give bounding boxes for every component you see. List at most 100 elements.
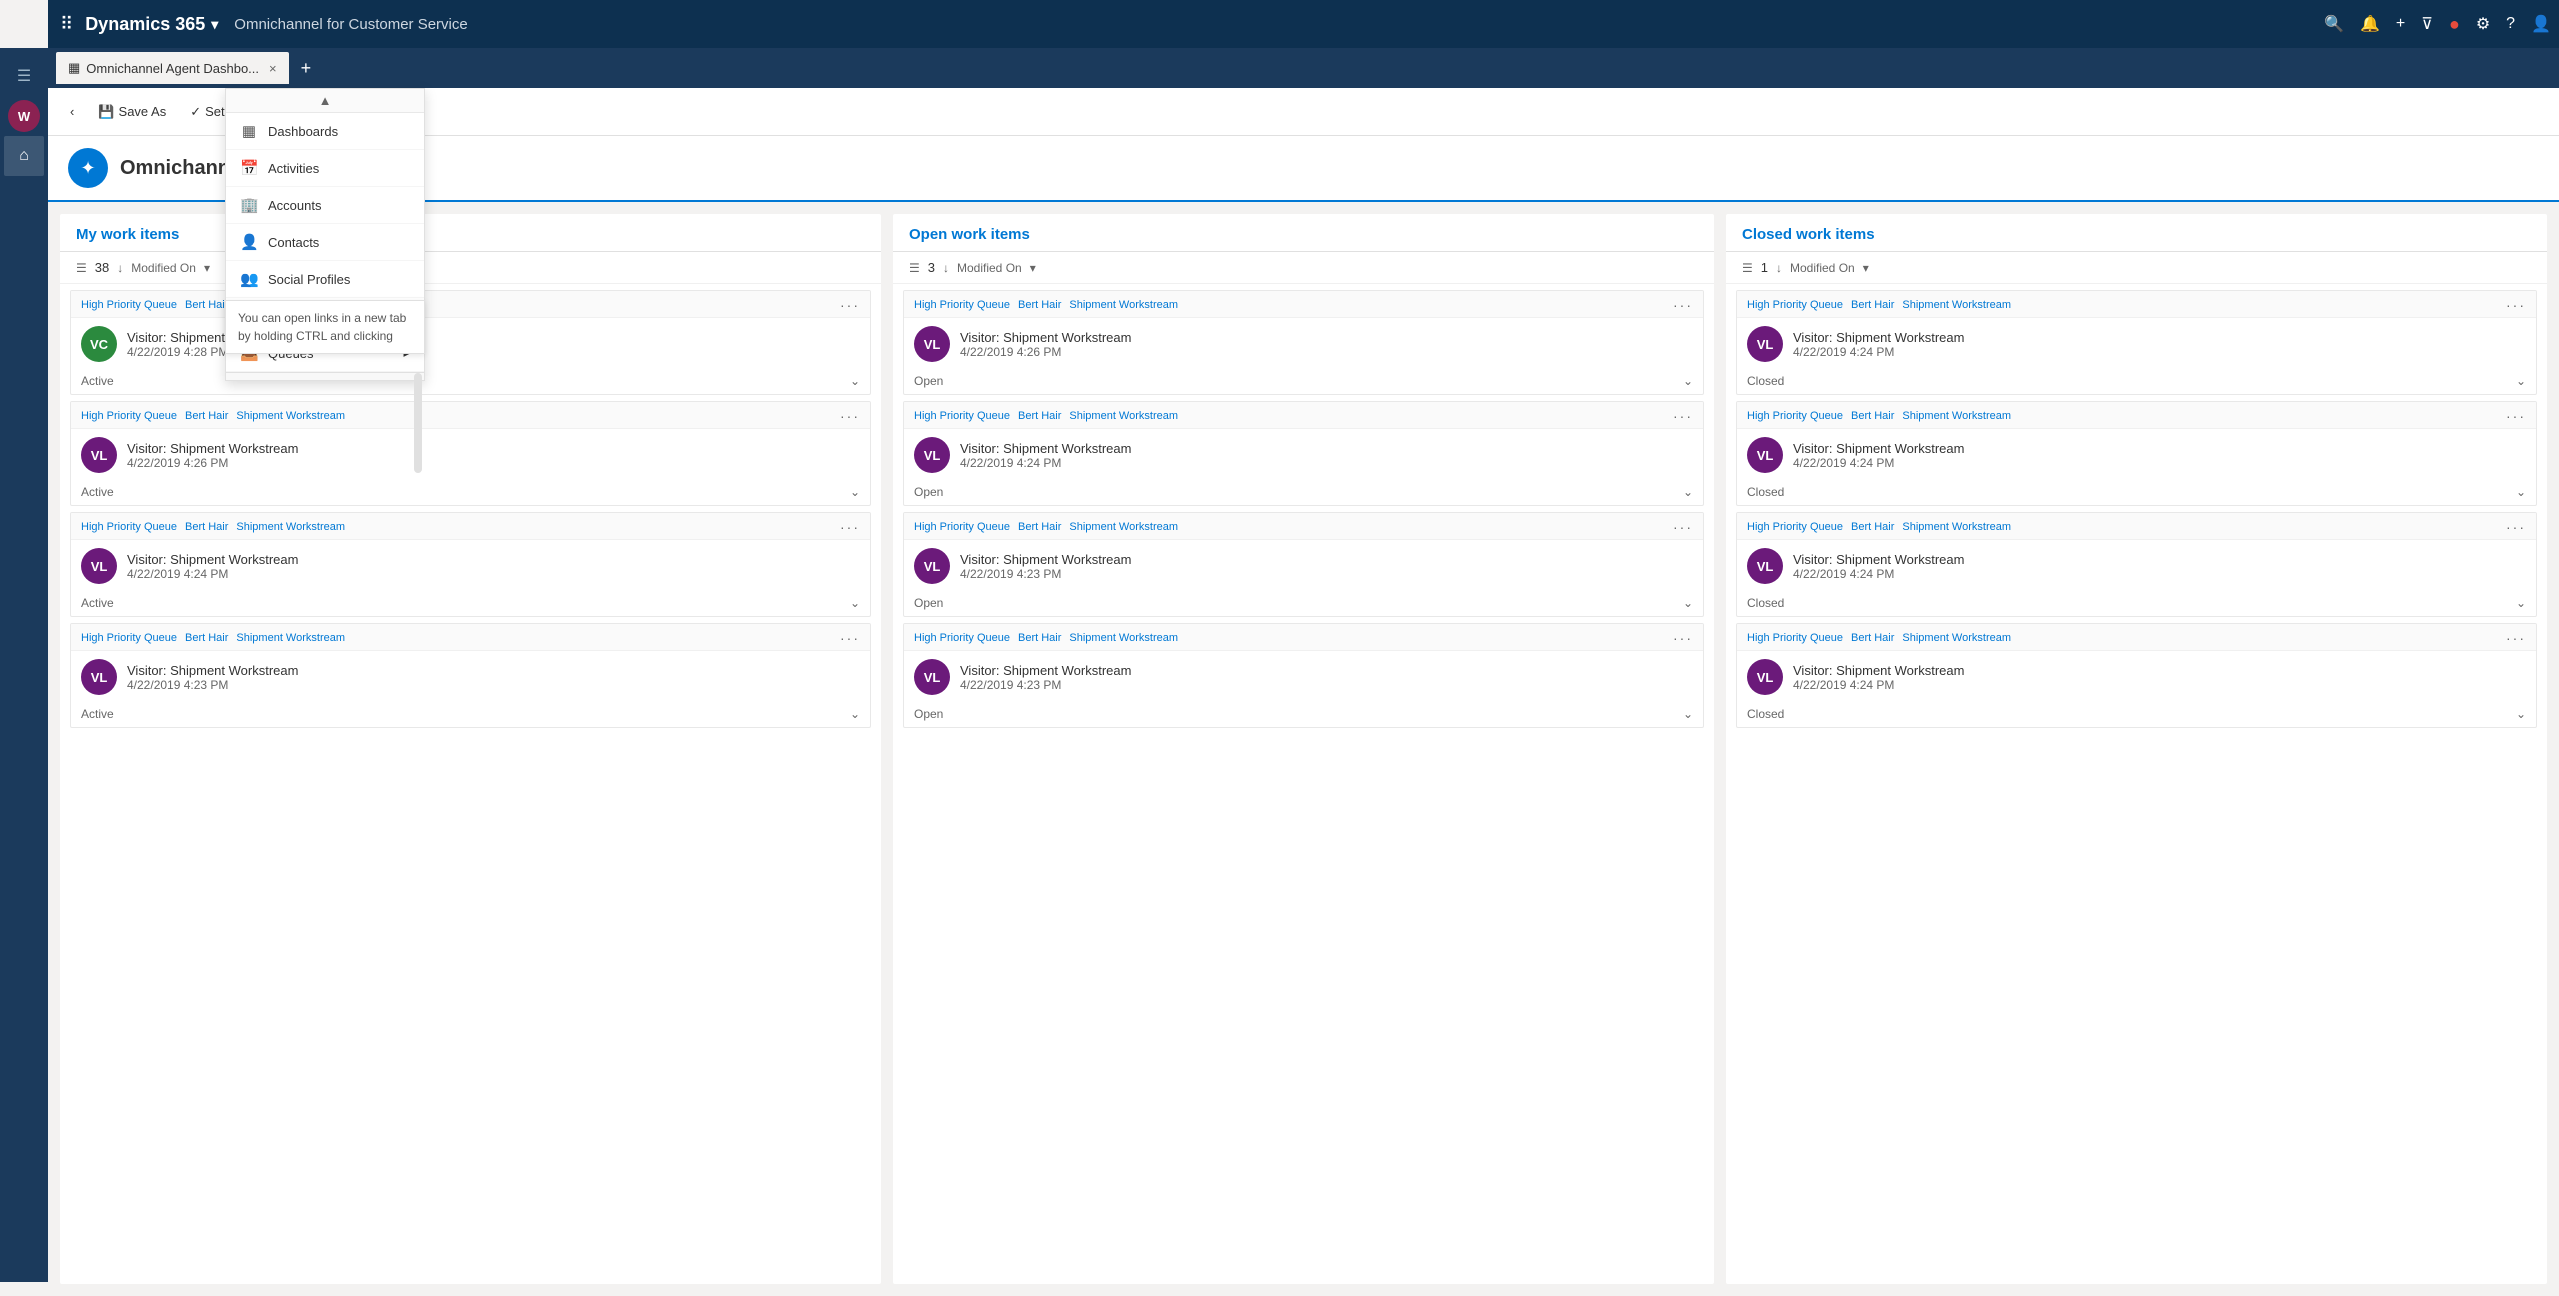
dropdown-item-contacts[interactable]: 👤 Contacts xyxy=(226,224,424,261)
tag-queue[interactable]: High Priority Queue xyxy=(914,299,1010,311)
expand-icon[interactable]: ⌄ xyxy=(1683,485,1693,499)
card-3-expand-icon[interactable]: ⌄ xyxy=(850,596,860,610)
tag-agent[interactable]: Bert Hair xyxy=(1851,632,1894,644)
my-work-sort-icon[interactable]: ↓ xyxy=(117,261,123,275)
settings-icon[interactable]: ⚙ xyxy=(2476,14,2490,34)
tag-queue[interactable]: High Priority Queue xyxy=(1747,299,1843,311)
tab-close-icon[interactable]: × xyxy=(269,61,277,76)
tag-queue[interactable]: High Priority Queue xyxy=(914,632,1010,644)
open-work-sort-label[interactable]: Modified On xyxy=(957,261,1022,275)
tag-agent[interactable]: Bert Hair xyxy=(1018,410,1061,422)
add-icon[interactable]: + xyxy=(2396,15,2405,33)
tag-queue[interactable]: High Priority Queue xyxy=(1747,521,1843,533)
tag-workstream[interactable]: Shipment Workstream xyxy=(1069,632,1178,644)
card-more-icon[interactable]: ··· xyxy=(840,630,860,646)
save-as-button[interactable]: 💾 Save As xyxy=(88,98,176,126)
tag-workstream[interactable]: Shipment Workstream xyxy=(236,410,345,422)
tag-workstream[interactable]: Shipment Workstream xyxy=(1902,410,2011,422)
search-icon[interactable]: 🔍 xyxy=(2324,14,2344,34)
tag-workstream[interactable]: Shipment Workstream xyxy=(1902,299,2011,311)
expand-icon[interactable]: ⌄ xyxy=(1683,374,1693,388)
open-card-3-avatar: VL xyxy=(914,548,950,584)
tab-label: Omnichannel Agent Dashbo... xyxy=(86,61,259,76)
app-title: Dynamics 365 ▾ xyxy=(85,14,218,35)
tag-queue[interactable]: High Priority Queue xyxy=(1747,632,1843,644)
closed-work-sort-chevron[interactable]: ▾ xyxy=(1863,261,1869,275)
card-1-expand-icon[interactable]: ⌄ xyxy=(850,374,860,388)
closed-work-sort-icon[interactable]: ↓ xyxy=(1776,261,1782,275)
tag-agent[interactable]: Bert Hair xyxy=(185,410,228,422)
profile-icon[interactable]: 👤 xyxy=(2531,14,2551,34)
card-2-expand-icon[interactable]: ⌄ xyxy=(850,485,860,499)
card-3-status: Active ⌄ xyxy=(71,592,870,616)
dropdown-scroll-up[interactable]: ▲ xyxy=(226,89,424,113)
closed-card-2-body: VL Visitor: Shipment Workstream 4/22/201… xyxy=(1737,429,2536,481)
expand-icon[interactable]: ⌄ xyxy=(2516,485,2526,499)
expand-icon[interactable]: ⌄ xyxy=(1683,596,1693,610)
dropdown-item-dashboards[interactable]: ▦ Dashboards xyxy=(226,113,424,150)
tag-workstream[interactable]: Shipment Workstream xyxy=(1902,521,2011,533)
tag-agent[interactable]: Bert Hair xyxy=(185,521,228,533)
tag-agent[interactable]: Bert Hair xyxy=(185,299,228,311)
tag-queue[interactable]: High Priority Queue xyxy=(81,410,177,422)
tag-agent[interactable]: Bert Hair xyxy=(1018,521,1061,533)
dropdown-item-social-profiles[interactable]: 👥 Social Profiles xyxy=(226,261,424,298)
tag-workstream[interactable]: Shipment Workstream xyxy=(1902,632,2011,644)
tag-agent[interactable]: Bert Hair xyxy=(1018,632,1061,644)
card-more-icon[interactable]: ··· xyxy=(1673,297,1693,313)
tag-workstream[interactable]: Shipment Workstream xyxy=(1069,521,1178,533)
card-more-icon[interactable]: ··· xyxy=(2506,408,2526,424)
card-more-icon[interactable]: ··· xyxy=(2506,630,2526,646)
hamburger-menu-icon[interactable]: ☰ xyxy=(4,56,44,96)
card-more-icon[interactable]: ··· xyxy=(840,408,860,424)
my-work-sort-label[interactable]: Modified On xyxy=(131,261,196,275)
tag-queue[interactable]: High Priority Queue xyxy=(81,632,177,644)
expand-icon[interactable]: ⌄ xyxy=(2516,374,2526,388)
tag-agent[interactable]: Bert Hair xyxy=(185,632,228,644)
expand-icon[interactable]: ⌄ xyxy=(2516,596,2526,610)
active-tab[interactable]: ▦ Omnichannel Agent Dashbo... × xyxy=(56,52,289,84)
tag-queue[interactable]: High Priority Queue xyxy=(914,410,1010,422)
card-more-icon[interactable]: ··· xyxy=(840,297,860,313)
tag-queue[interactable]: High Priority Queue xyxy=(914,521,1010,533)
app-launcher-icon[interactable]: ⠿ xyxy=(56,10,77,39)
dropdown-item-accounts[interactable]: 🏢 Accounts xyxy=(226,187,424,224)
home-icon[interactable]: ⌂ xyxy=(4,136,44,176)
card-more-icon[interactable]: ··· xyxy=(840,519,860,535)
tag-queue[interactable]: High Priority Queue xyxy=(81,299,177,311)
my-work-card-3: High Priority Queue Bert Hair Shipment W… xyxy=(70,512,871,617)
closed-work-sort-label[interactable]: Modified On xyxy=(1790,261,1855,275)
card-more-icon[interactable]: ··· xyxy=(1673,519,1693,535)
tag-agent[interactable]: Bert Hair xyxy=(1851,299,1894,311)
my-work-card-2: High Priority Queue Bert Hair Shipment W… xyxy=(70,401,871,506)
open-work-sort-icon[interactable]: ↓ xyxy=(943,261,949,275)
tag-agent[interactable]: Bert Hair xyxy=(1851,521,1894,533)
tag-workstream[interactable]: Shipment Workstream xyxy=(1069,410,1178,422)
help-icon[interactable]: ? xyxy=(2506,15,2515,33)
app-title-chevron-icon[interactable]: ▾ xyxy=(211,16,218,33)
tag-queue[interactable]: High Priority Queue xyxy=(81,521,177,533)
tag-queue[interactable]: High Priority Queue xyxy=(1747,410,1843,422)
card-4-expand-icon[interactable]: ⌄ xyxy=(850,707,860,721)
card-more-icon[interactable]: ··· xyxy=(1673,630,1693,646)
tag-workstream[interactable]: Shipment Workstream xyxy=(1069,299,1178,311)
new-tab-icon[interactable]: + xyxy=(301,58,312,79)
dropdown-item-activities[interactable]: 📅 Activities xyxy=(226,150,424,187)
expand-icon[interactable]: ⌄ xyxy=(1683,707,1693,721)
back-button[interactable]: ‹ xyxy=(60,98,84,125)
tag-agent[interactable]: Bert Hair xyxy=(1018,299,1061,311)
card-more-icon[interactable]: ··· xyxy=(2506,297,2526,313)
notification-icon[interactable]: 🔔 xyxy=(2360,14,2380,34)
filter-icon[interactable]: ⊽ xyxy=(2421,14,2433,34)
tooltip-text: You can open links in a new tab by holdi… xyxy=(238,311,406,343)
accounts-icon: 🏢 xyxy=(240,196,258,214)
user-avatar[interactable]: W xyxy=(8,100,40,132)
tag-agent[interactable]: Bert Hair xyxy=(1851,410,1894,422)
my-work-sort-chevron[interactable]: ▾ xyxy=(204,261,210,275)
expand-icon[interactable]: ⌄ xyxy=(2516,707,2526,721)
tag-workstream[interactable]: Shipment Workstream xyxy=(236,521,345,533)
card-more-icon[interactable]: ··· xyxy=(1673,408,1693,424)
open-work-sort-chevron[interactable]: ▾ xyxy=(1030,261,1036,275)
card-more-icon[interactable]: ··· xyxy=(2506,519,2526,535)
tag-workstream[interactable]: Shipment Workstream xyxy=(236,632,345,644)
